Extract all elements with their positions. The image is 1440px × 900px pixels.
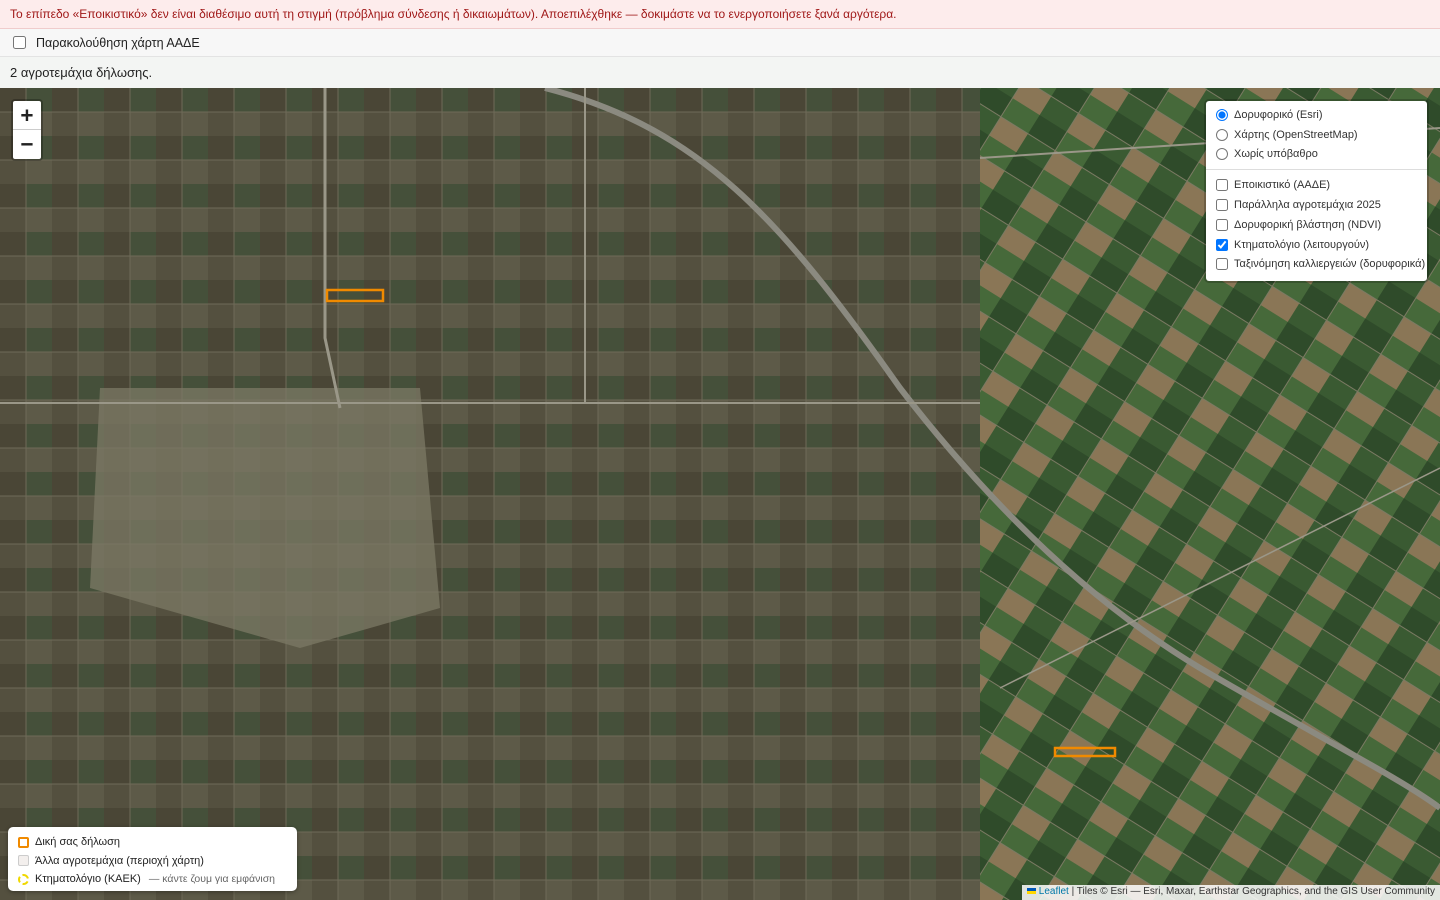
- checkbox-ktimatologio[interactable]: [1216, 238, 1228, 251]
- zoom-out-button[interactable]: −: [13, 130, 41, 159]
- watch-checkbox[interactable]: [13, 36, 26, 49]
- base-layer-esri[interactable]: Δορυφορικό (Esri): [1212, 105, 1421, 125]
- other-parcel-swatch: [18, 855, 29, 867]
- zoom-control: + −: [11, 99, 43, 161]
- parcel-count: 2 αγροτεμάχια δήλωσης.: [0, 57, 1440, 88]
- radio-none[interactable]: [1216, 148, 1228, 161]
- legend-kaek: Κτηματολόγιο (ΚΑΕΚ) — κάντε ζουμ για εμφ…: [18, 870, 287, 889]
- radio-esri[interactable]: [1216, 108, 1228, 121]
- base-layer-osm[interactable]: Χάρτης (OpenStreetMap): [1212, 125, 1421, 145]
- overlay-label: Δορυφορική βλάστηση (NDVI): [1234, 218, 1382, 231]
- base-layer-label: Χάρτης (OpenStreetMap): [1234, 128, 1358, 141]
- legend-other: Άλλα αγροτεμάχια (περιοχή χάρτη): [18, 852, 287, 871]
- overlay-label: Ταξινόμηση καλλιεργειών (δορυφορικά): [1234, 258, 1426, 271]
- ukraine-flag-icon: [1026, 888, 1036, 895]
- overlay-crop-classification[interactable]: Ταξινόμηση καλλιεργειών (δορυφορικά): [1212, 255, 1425, 275]
- radio-osm[interactable]: [1216, 128, 1228, 141]
- kaek-swatch: [18, 873, 29, 885]
- own-parcel-swatch: [18, 836, 29, 848]
- legend-own: Δική σας δήλωση: [18, 833, 287, 852]
- overlay-parallel-2025[interactable]: Παράλληλα αγροτεμάχια 2025: [1212, 195, 1421, 215]
- layers-control: Δορυφορικό (Esri) Χάρτης (OpenStreetMap)…: [1204, 99, 1429, 283]
- checkbox-parallel-2025[interactable]: [1216, 199, 1228, 212]
- overlay-label: Κτηματολόγιο (λειτουργούν): [1234, 238, 1370, 251]
- layers-separator: [1206, 169, 1427, 171]
- map-attribution: Leaflet | Tiles © Esri — Esri, Maxar, Ea…: [1021, 885, 1440, 900]
- overlay-label: Εποικιστικό (ΑΑΔΕ): [1234, 179, 1331, 192]
- checkbox-ndvi[interactable]: [1216, 218, 1228, 231]
- overlay-epoikistiko[interactable]: Εποικιστικό (ΑΑΔΕ): [1212, 175, 1421, 195]
- checkbox-epoikistiko[interactable]: [1216, 179, 1228, 192]
- zoom-in-button[interactable]: +: [13, 101, 41, 130]
- checkbox-crop-classification[interactable]: [1216, 258, 1228, 271]
- base-layer-label: Δορυφορικό (Esri): [1234, 108, 1323, 121]
- watch-label[interactable]: Παρακολούθηση χάρτη ΑΑΔΕ: [36, 36, 200, 50]
- watch-row: Παρακολούθηση χάρτη ΑΑΔΕ: [0, 29, 1440, 57]
- overlay-label: Παράλληλα αγροτεμάχια 2025: [1234, 199, 1381, 212]
- legend-kaek-label: Κτηματολόγιο (ΚΑΕΚ): [35, 873, 141, 886]
- overlay-ktimatologio[interactable]: Κτηματολόγιο (λειτουργούν): [1212, 235, 1421, 255]
- legend-other-label: Άλλα αγροτεμάχια (περιοχή χάρτη): [35, 854, 204, 867]
- overlay-ndvi[interactable]: Δορυφορική βλάστηση (NDVI): [1212, 215, 1421, 235]
- legend-own-label: Δική σας δήλωση: [35, 836, 121, 849]
- attribution-text: | Tiles © Esri — Esri, Maxar, Earthstar …: [1068, 886, 1435, 897]
- map[interactable]: + − Δορυφορικό (Esri) Χάρτης (OpenStreet…: [0, 88, 1440, 900]
- base-layer-label: Χωρίς υπόβαθρο: [1234, 148, 1318, 161]
- base-layer-none[interactable]: Χωρίς υπόβαθρο: [1212, 145, 1421, 165]
- map-legend: Δική σας δήλωση Άλλα αγροτεμάχια (περιοχ…: [8, 827, 297, 891]
- leaflet-link[interactable]: Leaflet: [1039, 886, 1069, 897]
- legend-kaek-hint: — κάντε ζουμ για εμφάνιση: [148, 873, 276, 886]
- error-banner: Το επίπεδο «Εποικιστικό» δεν είναι διαθέ…: [0, 0, 1440, 29]
